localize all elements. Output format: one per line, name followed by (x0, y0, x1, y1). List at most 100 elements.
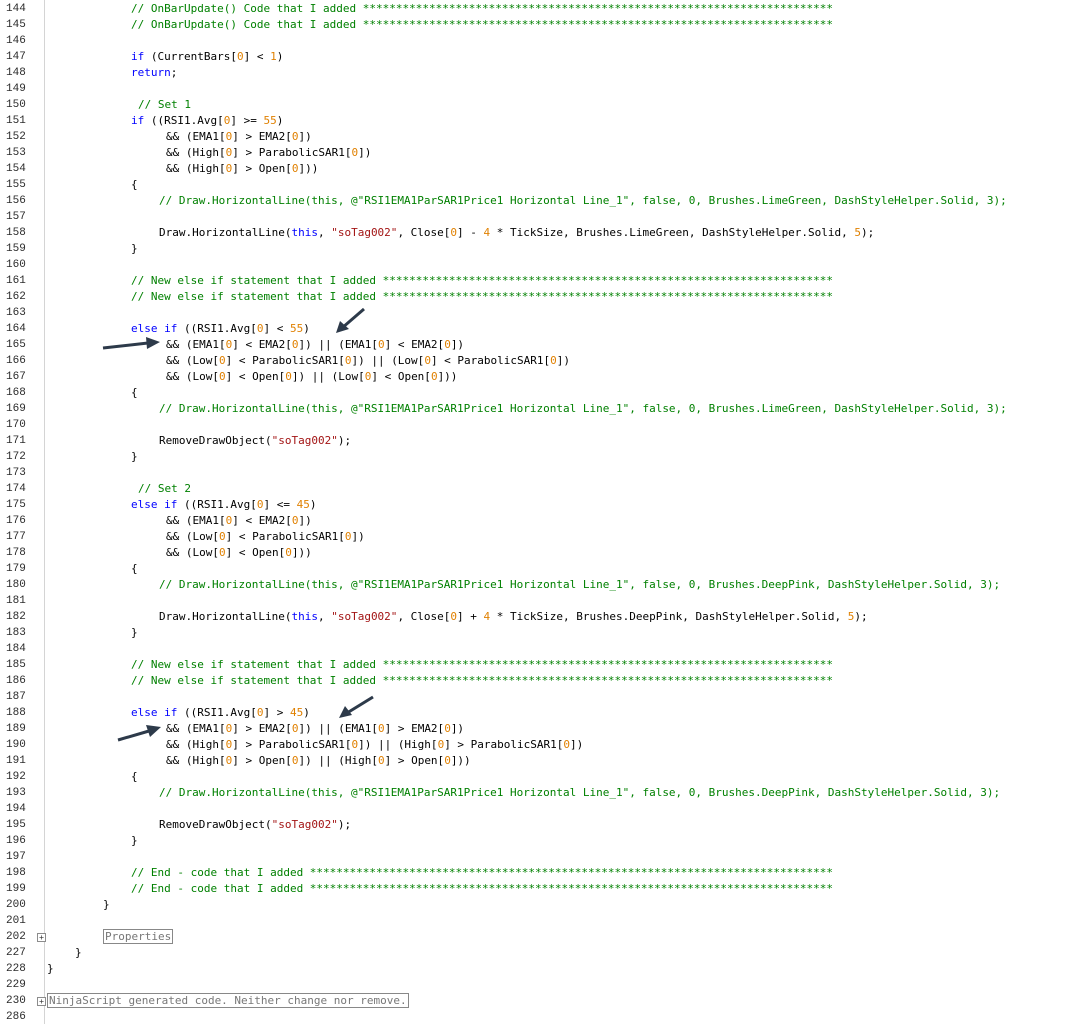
line-number: 193 (6, 787, 26, 799)
code-token: ])) (291, 546, 312, 559)
code-line[interactable]: 186 // New else if statement that I added… (0, 673, 1067, 689)
code-line[interactable]: 144 // OnBarUpdate() Code that I added **… (0, 1, 1067, 17)
code-line[interactable]: 170 (0, 417, 1067, 433)
code-line[interactable]: 286 (0, 1009, 1067, 1025)
code-line[interactable]: 168 { (0, 385, 1067, 401)
code-line[interactable]: 155 { (0, 177, 1067, 193)
code-line[interactable]: 228} (0, 961, 1067, 977)
code-line[interactable]: 163 (0, 305, 1067, 321)
code-line[interactable]: 230 + NinjaScript generated code. Neither … (0, 993, 1067, 1009)
code-token: ((RSI1.Avg[ (177, 322, 257, 335)
code-line[interactable]: 229 (0, 977, 1067, 993)
code-line[interactable]: 150 // Set 1 (0, 97, 1067, 113)
code-line[interactable]: 148 return; (0, 65, 1067, 81)
code-line[interactable]: 171 RemoveDrawObject("soTag002"); (0, 433, 1067, 449)
code-line[interactable]: 192 { (0, 769, 1067, 785)
code-line[interactable]: 181 (0, 593, 1067, 609)
line-number: 227 (6, 947, 26, 959)
code-line[interactable]: 166 && (Low[0] < ParabolicSAR1[0]) || (Lo… (0, 353, 1067, 369)
code-line[interactable]: 149 (0, 81, 1067, 97)
code-line[interactable]: 158 Draw.HorizontalLine(this, "soTag002",… (0, 225, 1067, 241)
code-comment: // Set 2 (138, 482, 191, 495)
code-line[interactable]: 174 // Set 2 (0, 481, 1067, 497)
code-line[interactable]: 172} (0, 449, 1067, 465)
expand-region-icon[interactable]: + (37, 997, 46, 1006)
expand-region-icon[interactable]: + (37, 933, 46, 942)
code-token: , (317, 226, 332, 239)
code-line[interactable]: 153 && (High[0] > ParabolicSAR1[0]) (0, 145, 1067, 161)
code-line[interactable]: 164 else if ((RSI1.Avg[0] < 55) (0, 321, 1067, 337)
code-token: } (47, 962, 54, 975)
code-token: } (103, 898, 110, 911)
code-line[interactable]: 162 // New else if statement that I added… (0, 289, 1067, 305)
code-line[interactable]: 180 // Draw.HorizontalLine(this, @"RSI1EM… (0, 577, 1067, 593)
code-line[interactable]: 178 && (Low[0] < Open[0])) (0, 545, 1067, 561)
code-line[interactable]: 146 (0, 33, 1067, 49)
code-line[interactable]: 188 else if ((RSI1.Avg[0] > 45) (0, 705, 1067, 721)
code-line[interactable]: 198 // End - code that I added **********… (0, 865, 1067, 881)
line-number: 201 (6, 915, 26, 927)
code-line[interactable]: 159} (0, 241, 1067, 257)
code-line[interactable]: 195 RemoveDrawObject("soTag002"); (0, 817, 1067, 833)
code-token: ] > ParabolicSAR1[ (232, 738, 352, 751)
code-line[interactable]: 167 && (Low[0] < Open[0]) || (Low[0] < Op… (0, 369, 1067, 385)
code-line[interactable]: 199 // End - code that I added **********… (0, 881, 1067, 897)
line-number: 159 (6, 243, 26, 255)
line-number: 180 (6, 579, 26, 591)
code-line[interactable]: 152 && (EMA1[0] > EMA2[0]) (0, 129, 1067, 145)
annotation-arrow-1 (336, 307, 365, 333)
code-line[interactable]: 193 // Draw.HorizontalLine(this, @"RSI1EM… (0, 785, 1067, 801)
code-token: ])) (450, 754, 471, 767)
code-line[interactable]: 187 (0, 689, 1067, 705)
code-line[interactable]: 157 (0, 209, 1067, 225)
code-line[interactable]: 200} (0, 897, 1067, 913)
code-line[interactable]: 173 (0, 465, 1067, 481)
code-token: ); (854, 610, 868, 623)
line-number: 191 (6, 755, 26, 767)
code-line[interactable]: 202 + Properties (0, 929, 1067, 945)
code-line[interactable]: 151 if ((RSI1.Avg[0] >= 55) (0, 113, 1067, 129)
collapsed-region-label[interactable]: Properties (103, 929, 174, 944)
code-line[interactable]: 185 // New else if statement that I added… (0, 657, 1067, 673)
code-line[interactable]: 196} (0, 833, 1067, 849)
code-line[interactable]: 191 && (High[0] > Open[0]) || (High[0] > … (0, 753, 1067, 769)
code-line[interactable]: 176 && (EMA1[0] < EMA2[0]) (0, 513, 1067, 529)
code-line[interactable]: 145 // OnBarUpdate() Code that I added **… (0, 17, 1067, 33)
code-line[interactable]: 160 (0, 257, 1067, 273)
code-text: // Draw.HorizontalLine(this, @"RSI1EMA1P… (159, 193, 1007, 209)
code-line[interactable]: 169 // Draw.HorizontalLine(this, @"RSI1EM… (0, 401, 1067, 417)
code-line[interactable]: 147 if (CurrentBars[0] < 1) (0, 49, 1067, 65)
code-line[interactable]: 184 (0, 641, 1067, 657)
code-line[interactable]: 197 (0, 849, 1067, 865)
code-line[interactable]: 156 // Draw.HorizontalLine(this, @"RSI1EM… (0, 193, 1067, 209)
code-line[interactable]: 182 Draw.HorizontalLine(this, "soTag002",… (0, 609, 1067, 625)
line-number: 286 (6, 1011, 26, 1023)
code-line[interactable]: 179 { (0, 561, 1067, 577)
code-text: && (EMA1[0] > EMA2[0]) (166, 129, 312, 145)
code-keyword: if (131, 50, 145, 63)
line-number: 189 (6, 723, 26, 735)
code-line[interactable]: 183} (0, 625, 1067, 641)
code-line[interactable]: 175 else if ((RSI1.Avg[0] <= 45) (0, 497, 1067, 513)
code-line[interactable]: 194 (0, 801, 1067, 817)
collapsed-region-label[interactable]: NinjaScript generated code. Neither chan… (47, 993, 409, 1008)
line-number: 181 (6, 595, 26, 607)
line-number: 202 (6, 931, 26, 943)
code-token: ]) (351, 530, 365, 543)
code-editor[interactable]: 144 // OnBarUpdate() Code that I added **… (0, 0, 1067, 1024)
code-text: } (131, 833, 138, 849)
code-line[interactable]: 201 (0, 913, 1067, 929)
code-token: && (EMA1[ (166, 722, 226, 735)
code-token: ]) (358, 146, 372, 159)
code-line[interactable]: 161 // New else if statement that I added… (0, 273, 1067, 289)
code-line[interactable]: 177 && (Low[0] < ParabolicSAR1[0]) (0, 529, 1067, 545)
code-token: ] > EMA2[ (384, 722, 445, 735)
code-token: ] - (457, 226, 484, 239)
code-token: } (131, 242, 138, 255)
code-token: ) (303, 322, 310, 335)
code-token: && (Low[ (166, 546, 219, 559)
code-line[interactable]: 227} (0, 945, 1067, 961)
code-line[interactable]: 154 && (High[0] > Open[0])) (0, 161, 1067, 177)
line-number: 229 (6, 979, 26, 991)
line-number: 190 (6, 739, 26, 751)
